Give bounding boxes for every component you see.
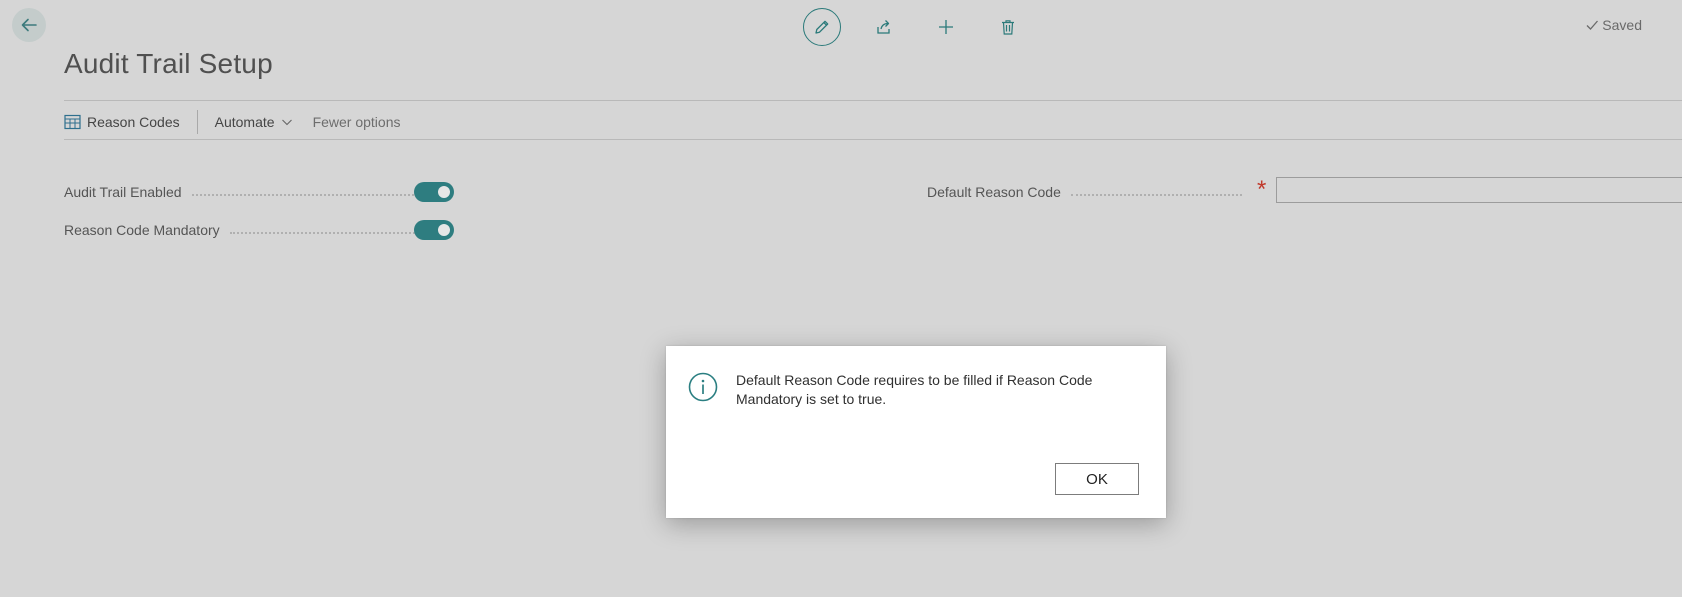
dialog-message: Default Reason Code requires to be fille… bbox=[736, 372, 1093, 407]
ok-button[interactable]: OK bbox=[1055, 463, 1139, 495]
default-reason-code-field: Default Reason Code bbox=[927, 181, 1252, 203]
message-dialog: Default Reason Code requires to be fille… bbox=[666, 346, 1166, 518]
automate-menu[interactable]: Automate bbox=[215, 114, 293, 130]
plus-icon bbox=[939, 20, 953, 34]
chevron-down-icon bbox=[281, 119, 292, 126]
dotted-leader bbox=[1070, 194, 1242, 196]
audit-trail-enabled-toggle[interactable] bbox=[414, 182, 454, 202]
audit-trail-enabled-label: Audit Trail Enabled bbox=[64, 184, 182, 200]
audit-trail-enabled-field: Audit Trail Enabled bbox=[64, 181, 456, 203]
info-icon bbox=[688, 372, 718, 402]
reason-code-mandatory-field: Reason Code Mandatory bbox=[64, 219, 456, 241]
share-button[interactable] bbox=[865, 8, 903, 46]
pencil-icon bbox=[815, 20, 829, 34]
default-reason-code-input[interactable] bbox=[1276, 177, 1682, 203]
top-action-bar bbox=[0, 8, 1682, 46]
dotted-leader bbox=[191, 194, 446, 196]
default-reason-code-label: Default Reason Code bbox=[927, 184, 1061, 200]
trash-icon bbox=[1002, 20, 1014, 35]
saved-label: Saved bbox=[1602, 17, 1642, 33]
automate-label: Automate bbox=[214, 114, 275, 130]
table-icon bbox=[64, 114, 81, 130]
reason-codes-label: Reason Codes bbox=[87, 114, 180, 130]
page-title: Audit Trail Setup bbox=[64, 48, 273, 79]
page-background: Saved Audit Trail Setup Reason Codes Aut… bbox=[0, 0, 1682, 597]
share-icon bbox=[877, 20, 890, 34]
toolbar-separator bbox=[196, 110, 198, 134]
required-marker: * bbox=[1257, 176, 1267, 203]
delete-button[interactable] bbox=[989, 8, 1027, 46]
divider bbox=[64, 139, 1682, 140]
divider bbox=[64, 100, 1682, 101]
action-toolbar: Reason Codes Automate Fewer options bbox=[64, 110, 401, 134]
reason-code-mandatory-toggle[interactable] bbox=[414, 220, 454, 240]
saved-status: Saved bbox=[1585, 17, 1642, 33]
new-button[interactable] bbox=[927, 8, 965, 46]
reason-code-mandatory-label: Reason Code Mandatory bbox=[64, 222, 220, 238]
fewer-options-label: Fewer options bbox=[312, 114, 401, 130]
check-icon bbox=[1586, 20, 1599, 30]
reason-codes-button[interactable]: Reason Codes bbox=[64, 114, 180, 130]
fewer-options-button[interactable]: Fewer options bbox=[313, 114, 401, 130]
edit-button[interactable] bbox=[803, 8, 841, 46]
